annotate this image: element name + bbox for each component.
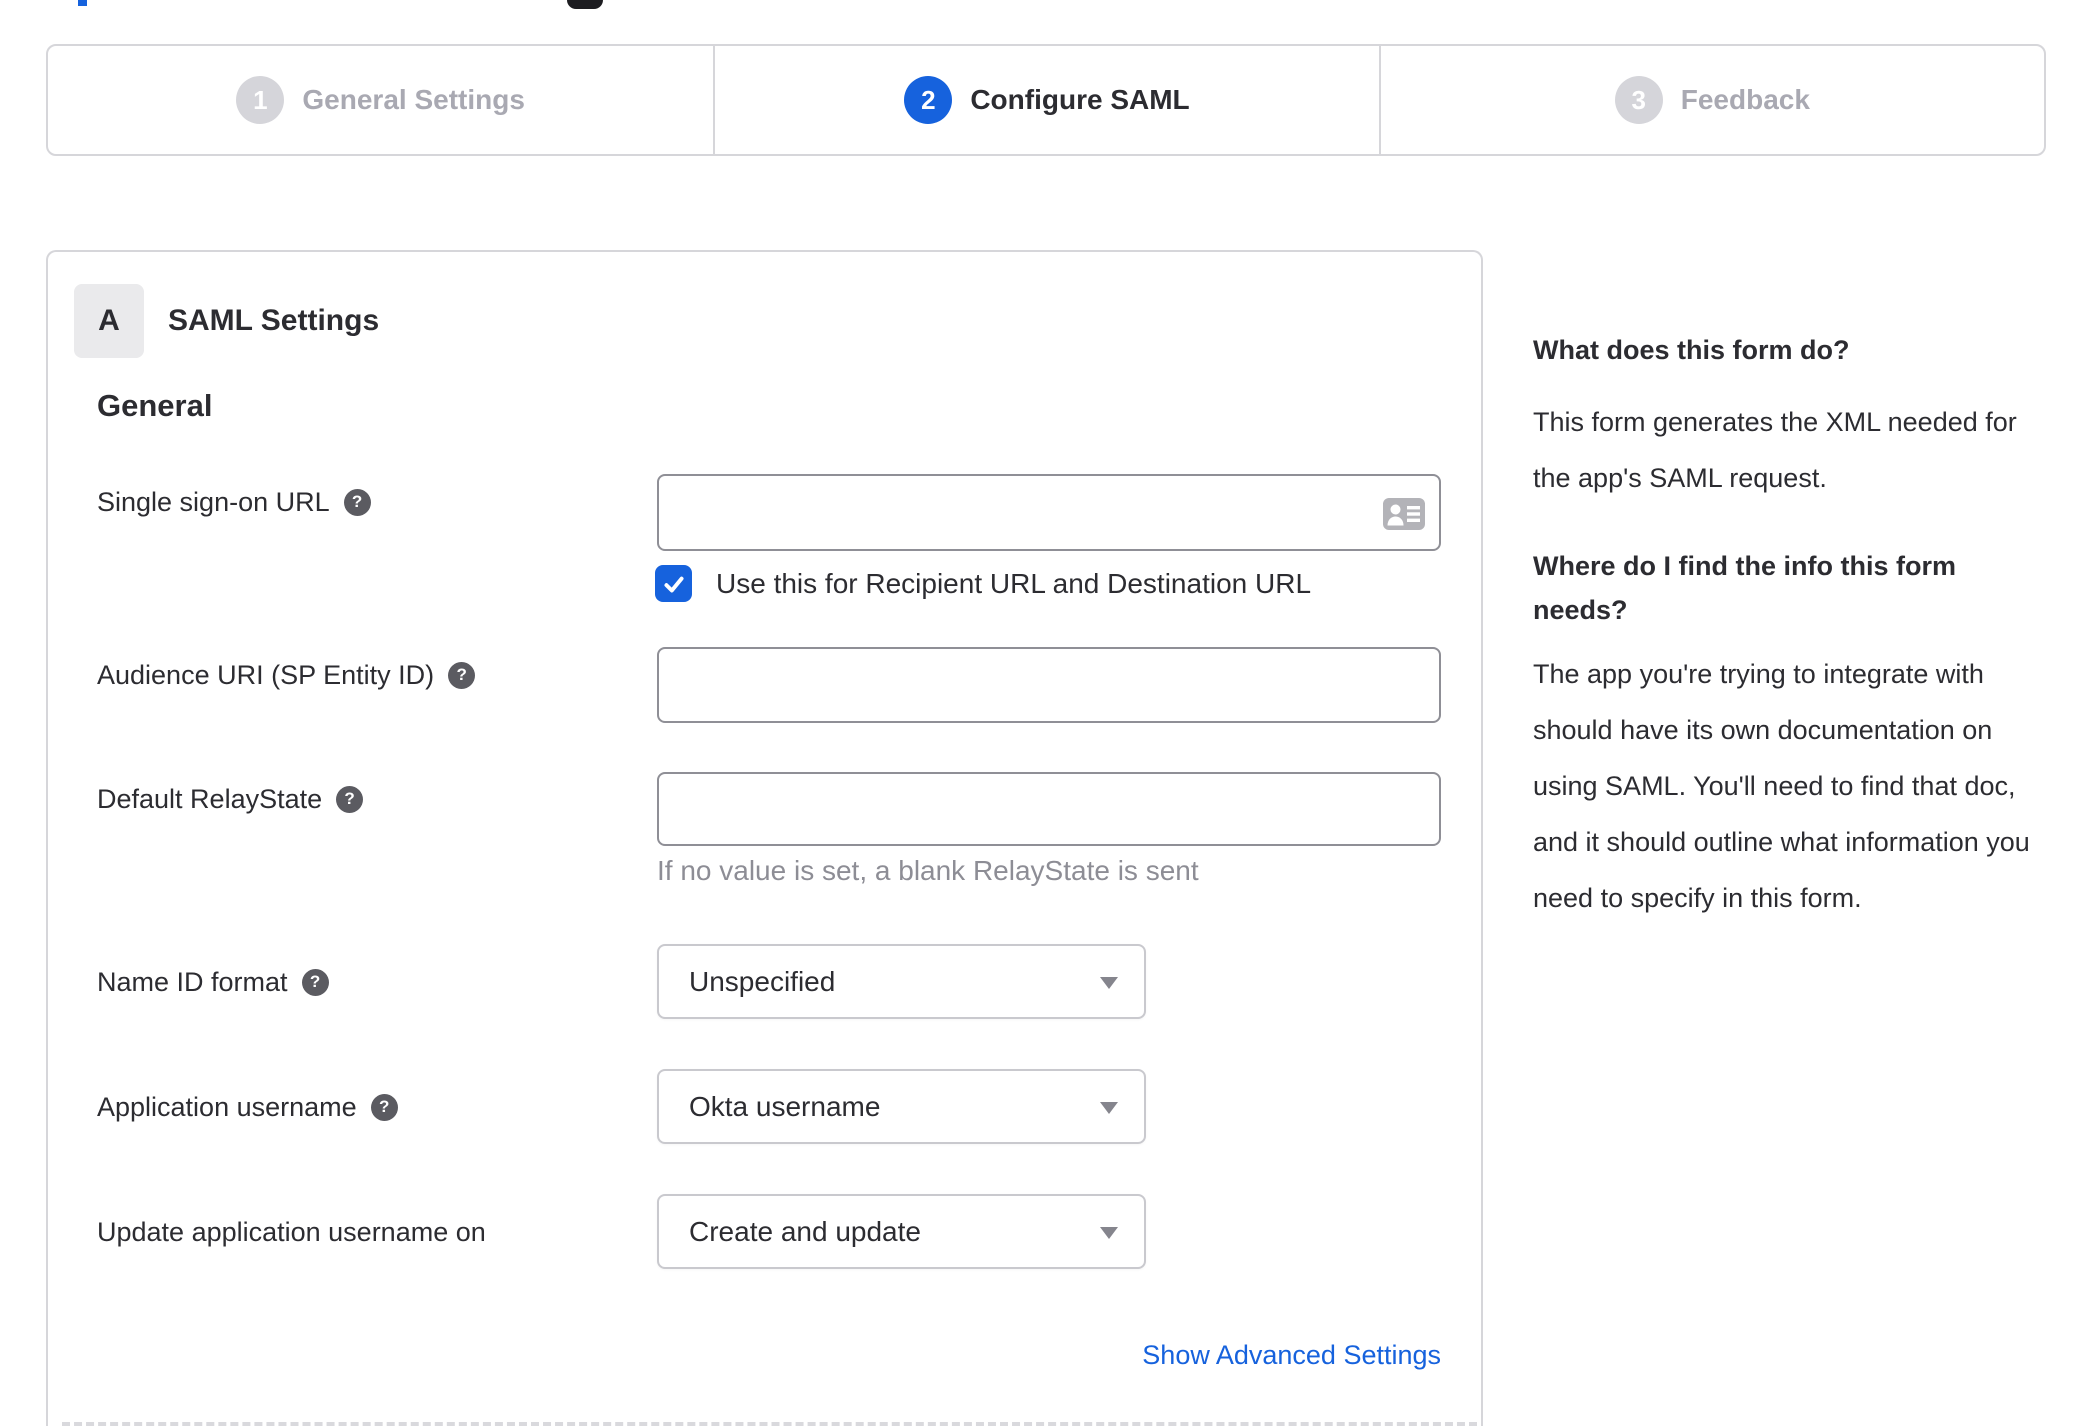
show-advanced-settings-link[interactable]: Show Advanced Settings xyxy=(657,1340,1441,1371)
step-1-number-badge: 1 xyxy=(236,76,285,124)
sso-url-input[interactable] xyxy=(657,474,1441,551)
step-general-settings: 1 General Settings xyxy=(48,46,713,154)
chevron-down-icon xyxy=(1100,1101,1118,1114)
name-id-format-select[interactable]: Unspecified xyxy=(657,944,1146,1019)
step-2-number-badge: 2 xyxy=(904,76,953,124)
help-answer-2: The app you're trying to integrate with … xyxy=(1533,659,2030,913)
help-icon[interactable]: ? xyxy=(448,661,476,689)
autofill-contact-icon[interactable] xyxy=(1383,498,1425,530)
name-id-format-label: Name ID format ? xyxy=(97,962,329,1002)
help-icon[interactable]: ? xyxy=(336,785,364,813)
step-3-label: Feedback xyxy=(1680,84,1810,115)
help-icon[interactable]: ? xyxy=(370,1093,398,1121)
step-configure-saml: 2 Configure SAML xyxy=(713,46,1378,154)
next-section-dashed-divider xyxy=(62,1422,1477,1426)
saml-settings-card: A SAML Settings General Single sign-on U… xyxy=(46,250,1483,1426)
default-relaystate-input[interactable] xyxy=(657,772,1441,846)
help-icon[interactable]: ? xyxy=(343,488,371,516)
audience-uri-input[interactable] xyxy=(657,647,1441,723)
section-title: SAML Settings xyxy=(168,304,380,337)
recipient-url-checkbox[interactable] xyxy=(655,565,692,602)
wizard-stepper: 1 General Settings 2 Configure SAML 3 Fe… xyxy=(46,44,2046,156)
audience-uri-label: Audience URI (SP Entity ID) ? xyxy=(97,655,476,695)
help-panel: What does this form do? This form genera… xyxy=(1533,328,2047,926)
clipped-header-artifact-dark xyxy=(567,0,603,9)
recipient-url-checkbox-label: Use this for Recipient URL and Destinati… xyxy=(716,567,1312,599)
update-app-username-select[interactable]: Create and update xyxy=(657,1194,1146,1269)
help-question-2: Where do I find the info this form needs… xyxy=(1533,551,1956,625)
step-3-number-badge: 3 xyxy=(1614,76,1663,124)
help-icon[interactable]: ? xyxy=(301,968,329,996)
sso-url-input-wrap xyxy=(657,474,1441,551)
help-answer-1: This form generates the XML needed for t… xyxy=(1533,407,2017,493)
chevron-down-icon xyxy=(1100,976,1118,989)
application-username-select[interactable]: Okta username xyxy=(657,1069,1146,1144)
step-1-label: General Settings xyxy=(302,84,525,115)
step-2-label: Configure SAML xyxy=(970,84,1190,115)
chevron-down-icon xyxy=(1100,1226,1118,1239)
general-group-title: General xyxy=(97,388,213,423)
checkmark-icon xyxy=(663,576,684,592)
default-relaystate-label: Default RelayState ? xyxy=(97,779,364,819)
sso-url-label: Single sign-on URL ? xyxy=(97,482,371,522)
section-a-badge: A xyxy=(74,284,144,358)
step-feedback: 3 Feedback xyxy=(1378,46,2044,154)
update-app-username-label: Update application username on xyxy=(97,1216,486,1247)
application-username-label: Application username ? xyxy=(97,1087,398,1127)
relaystate-hint: If no value is set, a blank RelayState i… xyxy=(657,855,1199,886)
recipient-url-checkbox-row: Use this for Recipient URL and Destinati… xyxy=(655,565,1311,602)
clipped-header-artifact-blue xyxy=(78,0,87,6)
help-question-1: What does this form do? xyxy=(1533,335,1850,365)
